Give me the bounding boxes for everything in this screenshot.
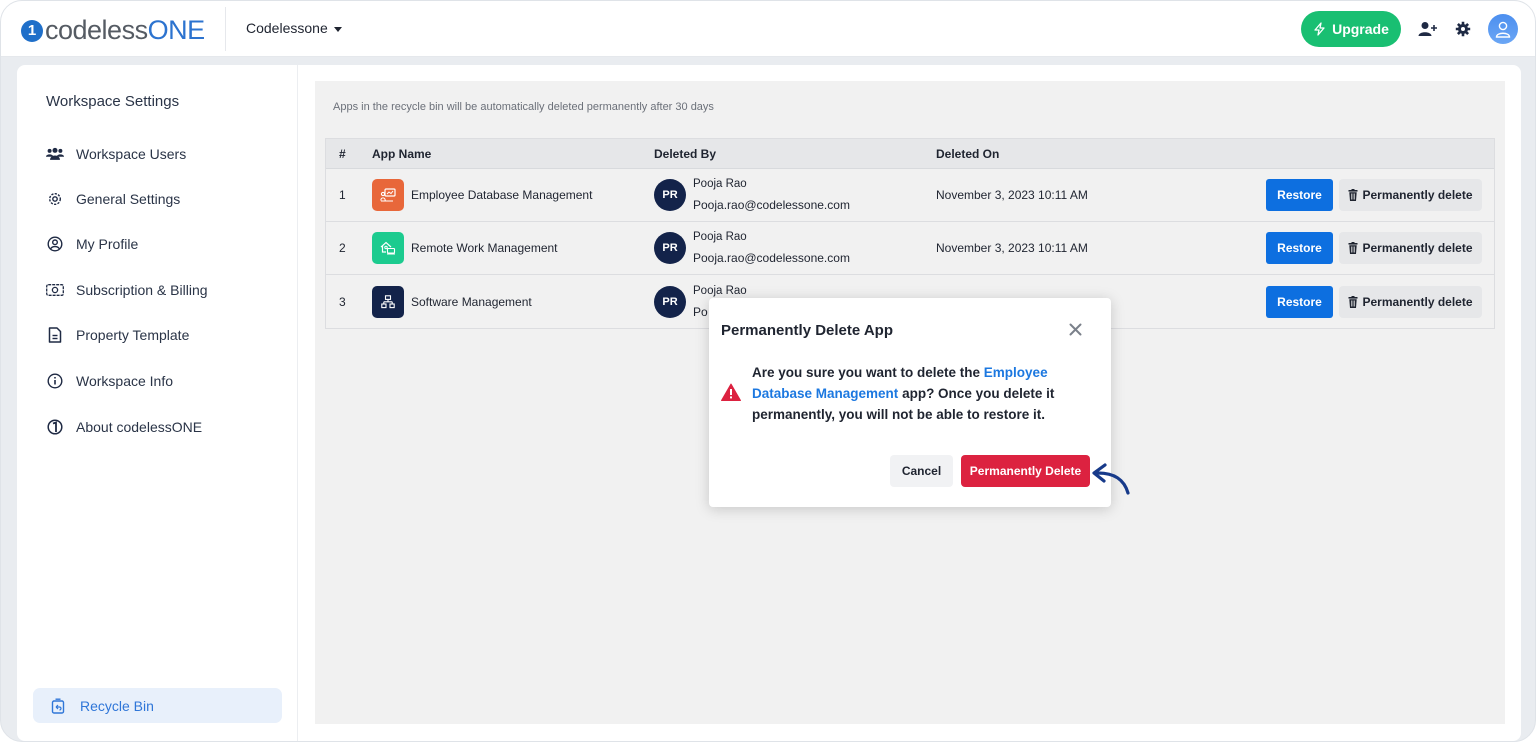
permanently-delete-dialog: Permanently Delete App Are you sure you … bbox=[709, 298, 1111, 507]
user-avatar: PR bbox=[654, 179, 686, 211]
sidebar-item-label: Recycle Bin bbox=[80, 697, 154, 714]
user-avatar: PR bbox=[654, 232, 686, 264]
codelessone-icon bbox=[46, 418, 64, 436]
column-header-deleted-by: Deleted By bbox=[654, 146, 717, 161]
network-icon bbox=[372, 285, 404, 318]
pointing-arrow-icon bbox=[1092, 463, 1130, 495]
money-icon bbox=[46, 281, 64, 299]
gear-icon bbox=[1455, 21, 1471, 37]
permanently-delete-button[interactable]: Permanently delete bbox=[1339, 179, 1482, 211]
restore-button[interactable]: Restore bbox=[1266, 179, 1333, 211]
upgrade-label: Upgrade bbox=[1332, 21, 1389, 37]
presentation-icon bbox=[372, 179, 404, 211]
logo-text-accent: ONE bbox=[147, 15, 206, 45]
deleted-by-email: Pooja.rao@codelessone.com bbox=[693, 251, 850, 265]
user-avatar-icon bbox=[1495, 21, 1511, 38]
workspace-selector[interactable]: Codelessone bbox=[246, 20, 342, 36]
add-user-button[interactable] bbox=[1417, 18, 1439, 40]
app-name: Software Management bbox=[411, 294, 532, 309]
deleted-by-name: Pooja Rao bbox=[693, 178, 747, 190]
sidebar-item-general-settings[interactable]: General Settings bbox=[46, 187, 180, 211]
row-number: 3 bbox=[339, 294, 346, 309]
permanently-delete-button[interactable]: Permanently delete bbox=[1339, 232, 1482, 264]
dialog-title: Permanently Delete App bbox=[721, 322, 893, 339]
add-user-icon bbox=[1418, 22, 1437, 36]
sidebar-item-label: Workspace Users bbox=[76, 146, 187, 162]
user-avatar: PR bbox=[654, 285, 686, 318]
restore-button[interactable]: Restore bbox=[1266, 285, 1333, 318]
users-icon bbox=[46, 145, 64, 163]
cancel-button[interactable]: Cancel bbox=[890, 455, 953, 487]
column-header-app-name: App Name bbox=[372, 146, 432, 161]
document-icon bbox=[46, 326, 64, 344]
warning-icon bbox=[721, 383, 741, 401]
header-divider bbox=[225, 7, 226, 51]
settings-sidebar: Workspace Settings Workspace Users Gener… bbox=[17, 65, 298, 741]
permanently-delete-button[interactable]: Permanently delete bbox=[1339, 285, 1482, 318]
deleted-by-name: Pooja Rao bbox=[693, 231, 747, 243]
sidebar-item-label: About codelessONE bbox=[76, 419, 203, 435]
sidebar-item-about-codelessone[interactable]: About codelessONE bbox=[46, 415, 202, 439]
sidebar-item-recycle-bin[interactable]: Recycle Bin bbox=[33, 688, 282, 723]
app-name: Employee Database Management bbox=[411, 188, 593, 202]
workspace-name: Codelessone bbox=[246, 20, 328, 36]
restore-button[interactable]: Restore bbox=[1266, 232, 1333, 264]
sidebar-item-label: My Profile bbox=[76, 236, 139, 252]
caret-down-icon bbox=[333, 26, 342, 32]
permanently-delete-label: Permanently delete bbox=[1362, 241, 1473, 255]
close-button[interactable] bbox=[1066, 320, 1084, 338]
table-header: # App Name Deleted By Deleted On bbox=[326, 139, 1494, 169]
profile-circle-icon bbox=[46, 235, 64, 253]
trash-icon bbox=[1348, 242, 1358, 254]
sidebar-item-label: Subscription & Billing bbox=[76, 282, 208, 298]
recycle-bin-icon bbox=[49, 697, 67, 715]
column-header-deleted-on: Deleted On bbox=[936, 146, 1000, 161]
sidebar-item-property-template[interactable]: Property Template bbox=[46, 323, 189, 347]
recycle-bin-notice: Apps in the recycle bin will be automati… bbox=[333, 101, 714, 113]
info-icon bbox=[46, 372, 64, 390]
codelessone-logo[interactable]: 1 codeless ONE bbox=[21, 15, 205, 46]
logo-text: codeless bbox=[45, 15, 148, 45]
row-number: 1 bbox=[339, 188, 346, 202]
trash-icon bbox=[1348, 295, 1358, 308]
deleted-on-date: November 3, 2023 10:11 AM bbox=[936, 188, 1088, 202]
user-avatar-button[interactable] bbox=[1488, 14, 1518, 44]
top-bar: 1 codeless ONE Codelessone Upgrade bbox=[1, 1, 1535, 57]
deleted-on-date: November 3, 2023 10:11 AM bbox=[936, 241, 1088, 255]
sidebar-item-subscription-billing[interactable]: Subscription & Billing bbox=[46, 278, 208, 302]
permanently-delete-label: Permanently delete bbox=[1362, 294, 1473, 309]
sidebar-item-label: Property Template bbox=[76, 327, 190, 343]
sidebar-item-my-profile[interactable]: My Profile bbox=[46, 232, 138, 256]
app-name: Remote Work Management bbox=[411, 241, 558, 255]
sidebar-title: Workspace Settings bbox=[46, 93, 180, 110]
table-row: 2 Remote Work Management PR Pooja Rao Po… bbox=[326, 222, 1494, 275]
lightning-icon bbox=[1314, 22, 1325, 36]
logo-mark-icon: 1 bbox=[21, 19, 43, 42]
trash-icon bbox=[1348, 189, 1358, 201]
sidebar-item-workspace-info[interactable]: Workspace Info bbox=[46, 369, 173, 393]
sidebar-item-label: Workspace Info bbox=[76, 373, 174, 389]
settings-button[interactable] bbox=[1452, 18, 1474, 40]
gear-outline-icon bbox=[46, 190, 64, 208]
confirm-permanently-delete-button[interactable]: Permanently Delete bbox=[961, 455, 1090, 487]
deleted-by-name: Pooja Rao bbox=[693, 284, 747, 297]
row-number: 2 bbox=[339, 241, 346, 255]
home-office-icon bbox=[372, 232, 404, 264]
dialog-message-prefix: Are you sure you want to delete the bbox=[752, 365, 984, 380]
sidebar-item-workspace-users[interactable]: Workspace Users bbox=[46, 142, 186, 166]
close-icon bbox=[1069, 323, 1081, 335]
dialog-message: Are you sure you want to delete the Empl… bbox=[752, 362, 1082, 425]
upgrade-button[interactable]: Upgrade bbox=[1301, 11, 1401, 47]
app-window: 1 codeless ONE Codelessone Upgrade Worksp… bbox=[0, 0, 1536, 742]
deleted-by-email: Pooja.rao@codelessone.com bbox=[693, 198, 850, 212]
table-row: 1 Employee Database Management PR Pooja … bbox=[326, 169, 1494, 222]
sidebar-item-label: General Settings bbox=[76, 191, 181, 207]
permanently-delete-label: Permanently delete bbox=[1362, 188, 1473, 202]
column-header-number: # bbox=[339, 146, 346, 161]
